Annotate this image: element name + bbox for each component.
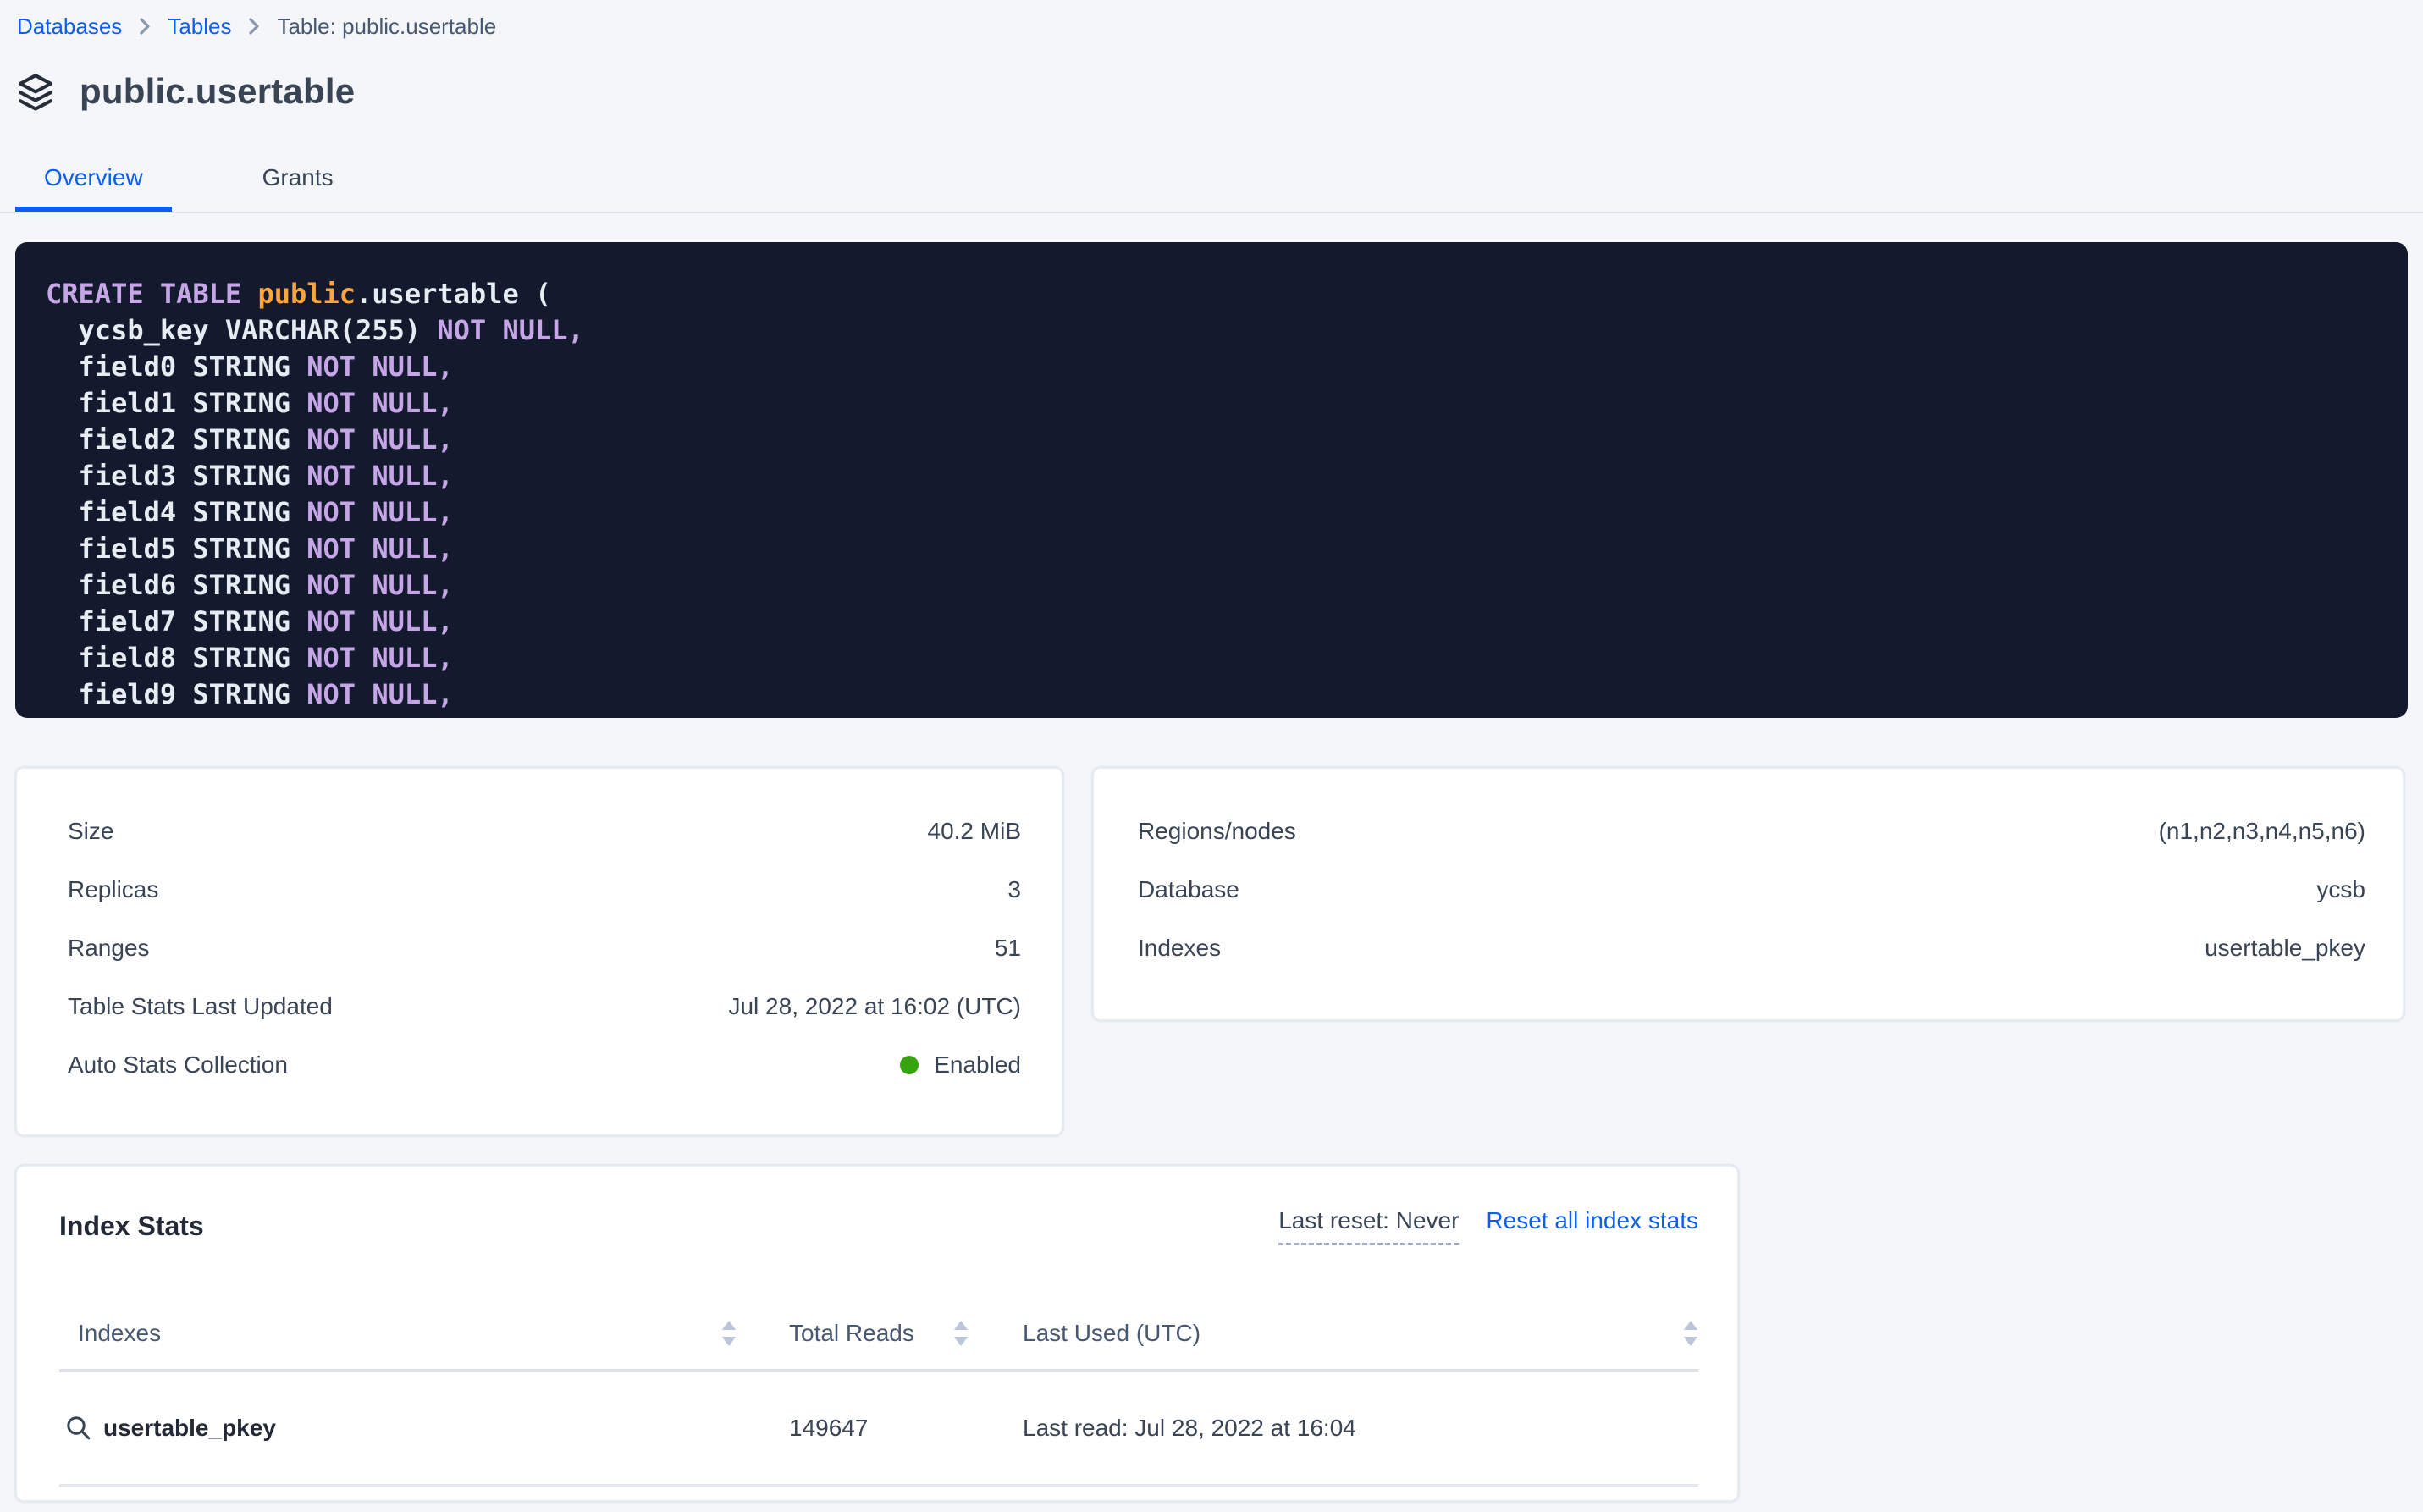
sql-line: field8 STRING NOT NULL, [46, 640, 2381, 676]
page-header: public.usertable [15, 71, 2408, 112]
index-table-header: Indexes Total Reads Last Used (UTC) [59, 1298, 1698, 1372]
summary-row-label: Auto Stats Collection [68, 1051, 288, 1079]
sql-line: field7 STRING NOT NULL, [46, 604, 2381, 640]
summary-row-label: Replicas [68, 876, 158, 903]
sql-line: CREATE TABLE public.usertable ( [46, 276, 2381, 312]
create-statement-block: CREATE TABLE public.usertable ( ycsb_key… [15, 242, 2408, 718]
index-name-cell[interactable]: usertable_pkey [59, 1415, 737, 1442]
reset-index-stats-link[interactable]: Reset all index stats [1486, 1207, 1698, 1234]
column-header-last-used[interactable]: Last Used (UTC) [969, 1320, 1698, 1347]
summary-row-value: Enabled [900, 1051, 1021, 1079]
sort-icon[interactable] [721, 1321, 737, 1346]
summary-row-label: Database [1138, 876, 1239, 903]
summary-row-label: Size [68, 818, 113, 845]
index-table-body: usertable_pkey 149647 Last read: Jul 28,… [59, 1372, 1698, 1487]
magnifier-icon [66, 1415, 91, 1441]
column-header-indexes[interactable]: Indexes [59, 1320, 737, 1347]
summary-row-label: Regions/nodes [1138, 818, 1296, 845]
summary-row-value: ycsb [2316, 876, 2365, 903]
index-stats-title: Index Stats [59, 1207, 204, 1242]
summary-row-value: 3 [1007, 876, 1021, 903]
summary-row-value: 40.2 MiB [928, 818, 1022, 845]
column-header-total-reads[interactable]: Total Reads [737, 1320, 969, 1347]
tab-bar: Overview Grants [0, 161, 2423, 213]
summary-row: Indexes usertable_pkey [1138, 919, 2365, 978]
sql-line: field0 STRING NOT NULL, [46, 349, 2381, 385]
summary-row: Size 40.2 MiB [68, 803, 1021, 861]
summary-row-value: (n1,n2,n3,n4,n5,n6) [2159, 818, 2365, 845]
status-dot-icon [900, 1056, 919, 1074]
summary-row-label: Ranges [68, 935, 150, 962]
summary-row-value: usertable_pkey [2205, 935, 2365, 962]
summary-row: Ranges 51 [68, 919, 1021, 978]
sql-line: field6 STRING NOT NULL, [46, 567, 2381, 604]
table-row: usertable_pkey 149647 Last read: Jul 28,… [59, 1372, 1698, 1487]
breadcrumb: Databases Tables Table: public.usertable [15, 0, 2408, 39]
sql-line: field2 STRING NOT NULL, [46, 422, 2381, 458]
table-stats-card: Size 40.2 MiB Replicas 3 Ranges 51 Table… [15, 767, 1063, 1136]
tab-grants[interactable]: Grants [234, 164, 362, 212]
stack-icon [15, 71, 56, 112]
tab-overview[interactable]: Overview [15, 164, 172, 212]
summary-row-value: Jul 28, 2022 at 16:02 (UTC) [728, 993, 1021, 1020]
index-stats-header: Index Stats Last reset: Never Reset all … [59, 1207, 1698, 1245]
sql-code: CREATE TABLE public.usertable ( ycsb_key… [46, 276, 2381, 713]
chevron-right-icon [246, 17, 262, 36]
summary-row: Regions/nodes (n1,n2,n3,n4,n5,n6) [1138, 803, 2365, 861]
sql-line: ycsb_key VARCHAR(255) NOT NULL, [46, 312, 2381, 349]
index-name: usertable_pkey [103, 1415, 276, 1442]
index-stats-actions: Last reset: Never Reset all index stats [1278, 1207, 1698, 1245]
summary-row-label: Table Stats Last Updated [68, 993, 333, 1020]
chevron-right-icon [137, 17, 152, 36]
breadcrumb-databases[interactable]: Databases [17, 14, 122, 39]
sort-icon[interactable] [1683, 1321, 1698, 1346]
breadcrumb-tables[interactable]: Tables [168, 14, 231, 39]
page: Databases Tables Table: public.usertable… [0, 0, 2423, 1502]
total-reads-cell: 149647 [737, 1415, 969, 1442]
summary-row: Database ycsb [1138, 861, 2365, 919]
table-details-card: Regions/nodes (n1,n2,n3,n4,n5,n6) Databa… [1092, 767, 2404, 1021]
breadcrumb-current: Table: public.usertable [277, 14, 496, 39]
summary-row: Auto Stats Collection Enabled [68, 1035, 1021, 1094]
summary-row-label: Indexes [1138, 935, 1221, 962]
last-reset-label: Last reset: Never [1278, 1207, 1459, 1245]
summary-row-value: 51 [995, 935, 1021, 962]
summary-row: Replicas 3 [68, 861, 1021, 919]
sql-line: field1 STRING NOT NULL, [46, 385, 2381, 422]
sort-icon[interactable] [953, 1321, 969, 1346]
sql-line: field4 STRING NOT NULL, [46, 494, 2381, 531]
sql-line: field9 STRING NOT NULL, [46, 676, 2381, 713]
index-stats-card: Index Stats Last reset: Never Reset all … [15, 1165, 1739, 1502]
summary-cards: Size 40.2 MiB Replicas 3 Ranges 51 Table… [15, 767, 2408, 1136]
sql-line: field3 STRING NOT NULL, [46, 458, 2381, 494]
sql-line: field5 STRING NOT NULL, [46, 531, 2381, 567]
summary-row: Table Stats Last Updated Jul 28, 2022 at… [68, 977, 1021, 1035]
page-title: public.usertable [80, 71, 355, 112]
last-used-cell: Last read: Jul 28, 2022 at 16:04 [969, 1415, 1698, 1442]
